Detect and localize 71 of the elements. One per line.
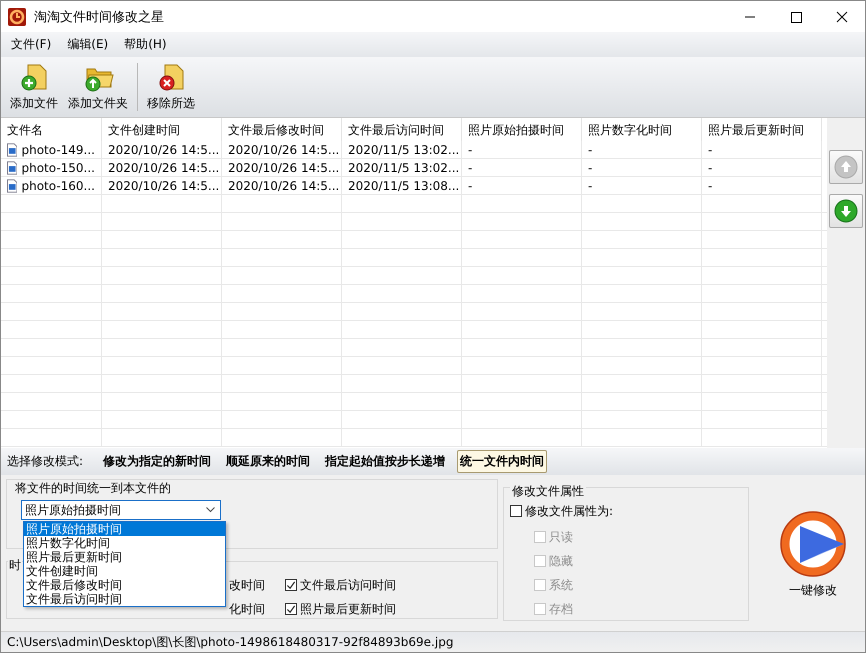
time-select[interactable]: 照片原始拍摄时间 bbox=[21, 500, 221, 520]
toolbar-button[interactable]: 添加文件 bbox=[5, 57, 63, 117]
group-title: 将文件的时间统一到本文件的 bbox=[13, 481, 173, 495]
table-cell: 2020/10/26 14:5... bbox=[228, 178, 340, 192]
column-header[interactable]: 照片原始拍摄时间 bbox=[462, 118, 582, 141]
menu-item[interactable]: 帮助(H) bbox=[124, 36, 167, 53]
table-cell: - bbox=[468, 160, 472, 174]
menu-item[interactable]: 编辑(E) bbox=[67, 36, 108, 53]
table-cell: photo-149... bbox=[21, 142, 95, 156]
window-title: 淘淘文件时间修改之星 bbox=[34, 8, 164, 26]
table-cell: - bbox=[588, 178, 592, 192]
image-file-icon bbox=[7, 142, 18, 156]
image-file-icon bbox=[7, 160, 18, 174]
toolbar-button[interactable]: 添加文件夹 bbox=[63, 57, 133, 117]
column-header[interactable]: 文件最后访问时间 bbox=[342, 118, 462, 141]
toolbar-button[interactable]: 移除所选 bbox=[142, 57, 200, 117]
image-file-icon bbox=[7, 178, 18, 192]
mode-tab[interactable]: 修改为指定的新时间 bbox=[100, 450, 214, 473]
menu-item[interactable]: 文件(F) bbox=[11, 36, 52, 53]
table-cell: photo-160... bbox=[21, 178, 95, 192]
column-header[interactable]: 文件创建时间 bbox=[102, 118, 222, 141]
table-cell: 2020/10/26 14:5... bbox=[108, 178, 220, 192]
checkbox-label: 存档 bbox=[549, 601, 573, 618]
table-cell: - bbox=[708, 178, 712, 192]
table-cell: - bbox=[468, 178, 472, 192]
column-header[interactable]: 文件名 bbox=[1, 118, 102, 141]
dropdown-option[interactable]: 文件最后访问时间 bbox=[24, 592, 225, 606]
table-cell: 2020/11/5 13:02... bbox=[348, 160, 460, 174]
table-cell: 2020/10/26 14:5... bbox=[108, 160, 220, 174]
column-header[interactable]: 照片最后更新时间 bbox=[702, 118, 822, 141]
table-cell: - bbox=[708, 142, 712, 156]
play-icon bbox=[780, 511, 846, 577]
checkbox-label: 文件最后访问时间 bbox=[300, 577, 396, 594]
run-button[interactable]: 一键修改 bbox=[780, 511, 846, 599]
checkbox[interactable] bbox=[510, 505, 522, 517]
column-header[interactable]: 文件最后修改时间 bbox=[222, 118, 342, 141]
group-title: 修改文件属性 bbox=[510, 484, 586, 498]
checkbox[interactable] bbox=[285, 603, 297, 615]
table-cell: 2020/10/26 14:5... bbox=[228, 160, 340, 174]
dropdown-option[interactable]: 文件最后修改时间 bbox=[24, 578, 225, 592]
mode-tab[interactable]: 统一文件内时间 bbox=[457, 450, 548, 473]
table-cell: - bbox=[468, 142, 472, 156]
column-header[interactable]: 照片数字化时间 bbox=[582, 118, 702, 141]
table-cell: 2020/10/26 14:5... bbox=[108, 142, 220, 156]
checkbox-label: 改时间 bbox=[229, 577, 266, 594]
table-cell: - bbox=[588, 142, 592, 156]
dropdown-option[interactable]: 照片最后更新时间 bbox=[24, 550, 225, 564]
checkbox-label: 化时间 bbox=[229, 601, 266, 618]
checkbox[interactable] bbox=[285, 579, 297, 591]
table-cell: 2020/10/26 14:5... bbox=[228, 142, 340, 156]
dropdown-option[interactable]: 照片数字化时间 bbox=[24, 536, 225, 550]
checkbox-label: 系统 bbox=[549, 577, 573, 594]
table-cell: - bbox=[708, 160, 712, 174]
mode-tab[interactable]: 指定起始值按步长递增 bbox=[322, 450, 448, 473]
checkbox-label: 照片最后更新时间 bbox=[300, 601, 396, 618]
mode-tab[interactable]: 顺延原来的时间 bbox=[223, 450, 314, 473]
mode-label: 选择修改模式: bbox=[7, 453, 84, 470]
table-cell: 2020/11/5 13:08... bbox=[348, 178, 460, 192]
status-path: C:\Users\admin\Desktop\图\长图\photo-1498618480317-92f84893b69e.jpg bbox=[7, 634, 454, 650]
checkbox-label: 隐藏 bbox=[549, 553, 573, 570]
checkbox-label: 修改文件属性为: bbox=[525, 503, 614, 520]
group-title: 时 bbox=[8, 558, 22, 572]
dropdown-option[interactable]: 照片原始拍摄时间 bbox=[24, 522, 225, 536]
dropdown-option[interactable]: 文件创建时间 bbox=[24, 564, 225, 578]
table-cell: 2020/11/5 13:02... bbox=[348, 142, 460, 156]
table-cell: photo-150... bbox=[21, 160, 95, 174]
file-add-icon bbox=[19, 62, 49, 92]
move-down-button[interactable] bbox=[829, 194, 863, 228]
table-cell: - bbox=[588, 160, 592, 174]
checkbox-label: 只读 bbox=[549, 529, 573, 546]
app-logo-icon bbox=[8, 8, 26, 26]
